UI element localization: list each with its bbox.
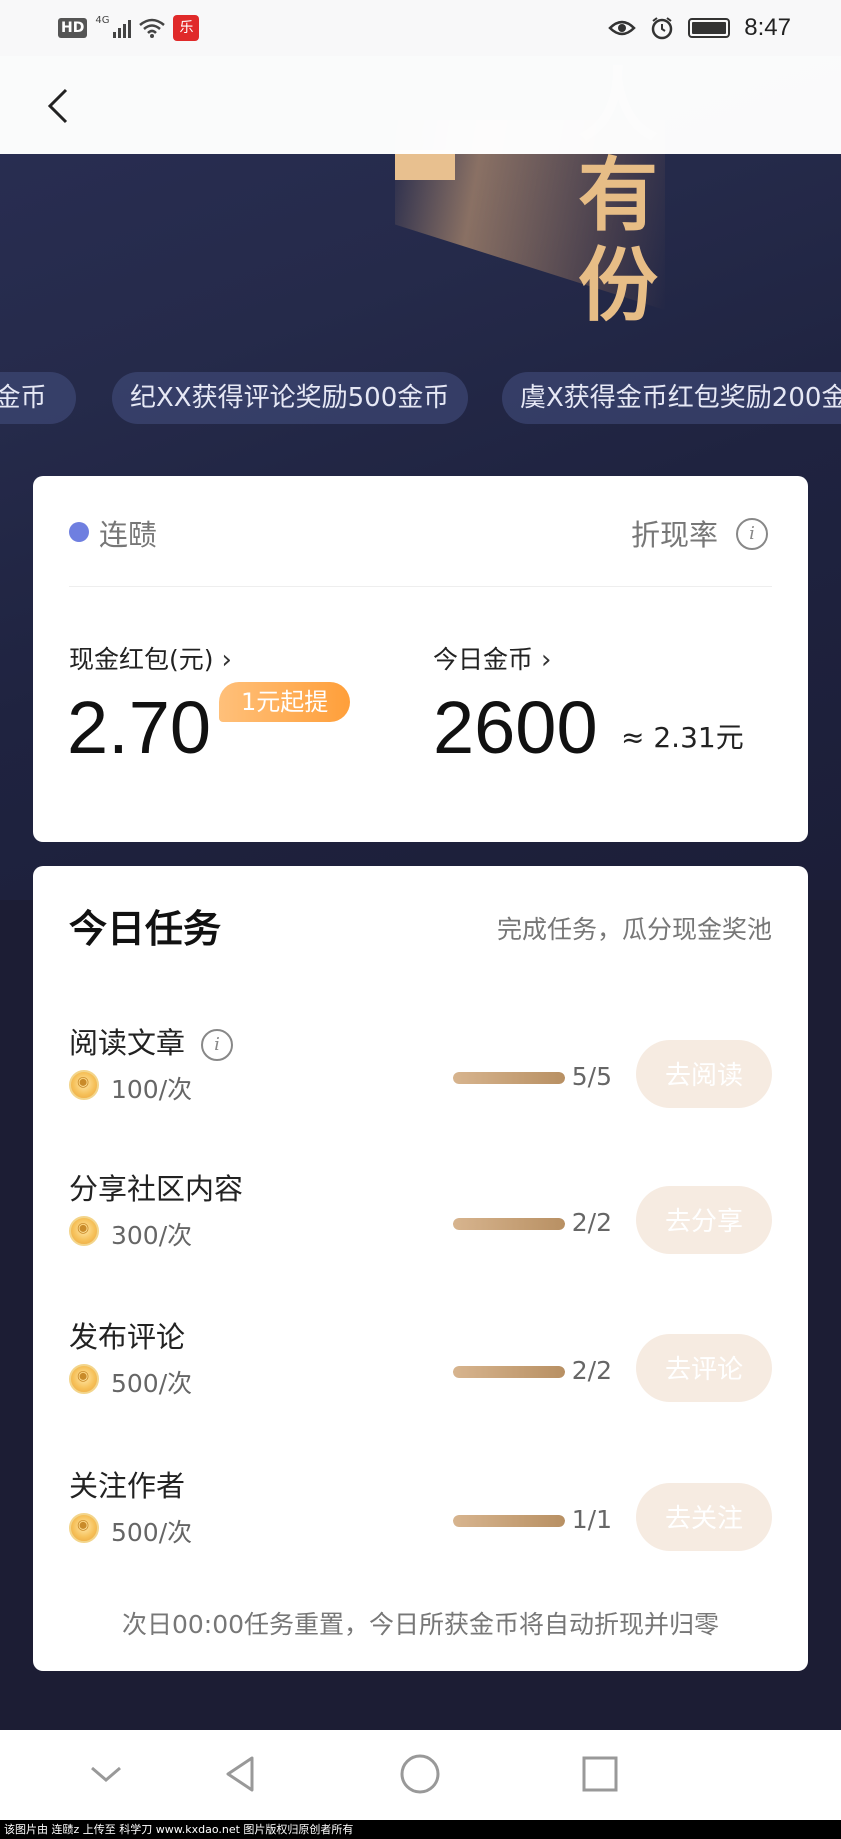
clock-time: 8:47: [744, 14, 791, 41]
chevron-right-icon: ›: [541, 645, 552, 675]
task-progress-fill: [453, 1218, 565, 1230]
info-icon[interactable]: i: [201, 1029, 234, 1061]
ticker-item: 纪XX获得评论奖励500金币: [112, 372, 468, 424]
task-row: 发布评论 500/次 2/2 去评论: [69, 1314, 772, 1410]
reward-ticker: 0金币 纪XX获得评论奖励500金币 虞X获得金币红包奖励200金: [0, 372, 841, 424]
task-row: 关注作者 500/次 1/1 去关注: [69, 1463, 772, 1559]
task-row: 阅读文章 i 100/次 5/5 去阅读: [69, 1020, 772, 1116]
go-share-button[interactable]: 去分享: [636, 1186, 772, 1254]
task-row: 分享社区内容 300/次 2/2 去分享: [69, 1166, 772, 1262]
coin-icon: [69, 1216, 99, 1246]
chevron-right-icon: ›: [221, 645, 232, 675]
task-progress-text: 2/2: [571, 1208, 612, 1237]
task-progress-bar: [453, 1366, 565, 1378]
task-progress-bar: [453, 1515, 565, 1527]
task-reward: 300/次: [111, 1221, 193, 1250]
task-name: 发布评论: [69, 1320, 186, 1354]
today-coins-amount: 2600: [433, 686, 598, 769]
coins-cash-equivalent: ≈ 2.31元: [621, 721, 744, 754]
go-follow-button[interactable]: 去关注: [636, 1483, 772, 1551]
signal-icon: [113, 18, 132, 38]
network-type: 4G: [95, 15, 110, 26]
cash-redpacket-label: 现金红包(元): [69, 645, 214, 674]
user-name: 连赜: [99, 518, 158, 552]
min-withdraw-badge: 1元起提: [219, 682, 351, 722]
task-reward: 100/次: [111, 1075, 193, 1104]
today-coins-label: 今日金币: [433, 645, 534, 674]
battery-icon: [688, 18, 731, 38]
app-notification-icon: 乐: [173, 15, 200, 41]
hero-gold-block: [395, 150, 455, 180]
user-avatar-dot: [69, 522, 89, 542]
cash-amount: 2.70: [67, 686, 212, 769]
coin-icon: [69, 1513, 99, 1543]
tasks-reset-note: 次日00:00任务重置，今日所获金币将自动折现并归零: [121, 1610, 720, 1639]
eye-comfort-icon: [608, 20, 637, 36]
wallet-card: 连赜 折现率 i 现金红包(元) › 2.70 1元起提 今日金币 › 2600 ≈…: [33, 476, 808, 842]
task-progress-text: 5/5: [571, 1062, 612, 1091]
coin-icon: [69, 1070, 99, 1100]
hero-title-char-1: 有: [578, 148, 660, 242]
task-progress-fill: [453, 1072, 565, 1084]
divider: [69, 586, 772, 587]
home-circle-icon[interactable]: [398, 1752, 442, 1796]
watermark-footnote: 该图片由 连赜z 上传至 科学刀 www.kxdao.net 图片版权归原创者所…: [0, 1820, 841, 1839]
hero-title-char-2: 份: [578, 238, 660, 332]
ticker-item: 虞X获得金币红包奖励200金: [502, 372, 841, 424]
daily-tasks-card: 今日任务 完成任务，瓜分现金奖池 阅读文章 i 100/次 5/5 去阅读 分享社…: [33, 866, 808, 1671]
go-comment-button[interactable]: 去评论: [636, 1334, 772, 1402]
task-reward: 500/次: [111, 1518, 193, 1547]
recents-square-icon[interactable]: [578, 1752, 622, 1796]
exchange-rate-label: 折现率: [630, 518, 718, 552]
task-name: 阅读文章 i: [69, 1020, 234, 1062]
hd-indicator: HD: [58, 18, 88, 38]
chevron-down-icon[interactable]: [84, 1752, 128, 1796]
task-name-text: 阅读文章: [69, 1026, 186, 1060]
tasks-title: 今日任务: [69, 907, 222, 951]
task-reward: 500/次: [111, 1369, 193, 1398]
task-name: 关注作者: [69, 1469, 186, 1503]
tasks-subtitle: 完成任务，瓜分现金奖池: [496, 915, 772, 944]
back-icon[interactable]: [38, 86, 78, 126]
go-read-button[interactable]: 去阅读: [636, 1040, 772, 1108]
back-triangle-icon[interactable]: [218, 1752, 262, 1796]
info-icon[interactable]: i: [736, 518, 768, 550]
task-progress-text: 2/2: [571, 1356, 612, 1385]
task-progress-bar: [453, 1072, 565, 1084]
alarm-icon: [652, 17, 673, 40]
wifi-icon: [139, 18, 166, 38]
top-navbar: [0, 56, 841, 154]
ticker-item: 0金币: [0, 372, 76, 424]
status-bar: HD 4G 乐 8:47: [0, 0, 841, 56]
task-progress-fill: [453, 1515, 565, 1527]
system-nav-bar: [0, 1730, 841, 1820]
cash-redpacket-link[interactable]: 现金红包(元) ›: [69, 640, 232, 676]
task-progress-fill: [453, 1366, 565, 1378]
coin-icon: [69, 1364, 99, 1394]
today-coins-link[interactable]: 今日金币 ›: [433, 640, 551, 676]
task-name: 分享社区内容: [69, 1172, 244, 1206]
task-progress-bar: [453, 1218, 565, 1230]
task-progress-text: 1/1: [571, 1505, 612, 1534]
